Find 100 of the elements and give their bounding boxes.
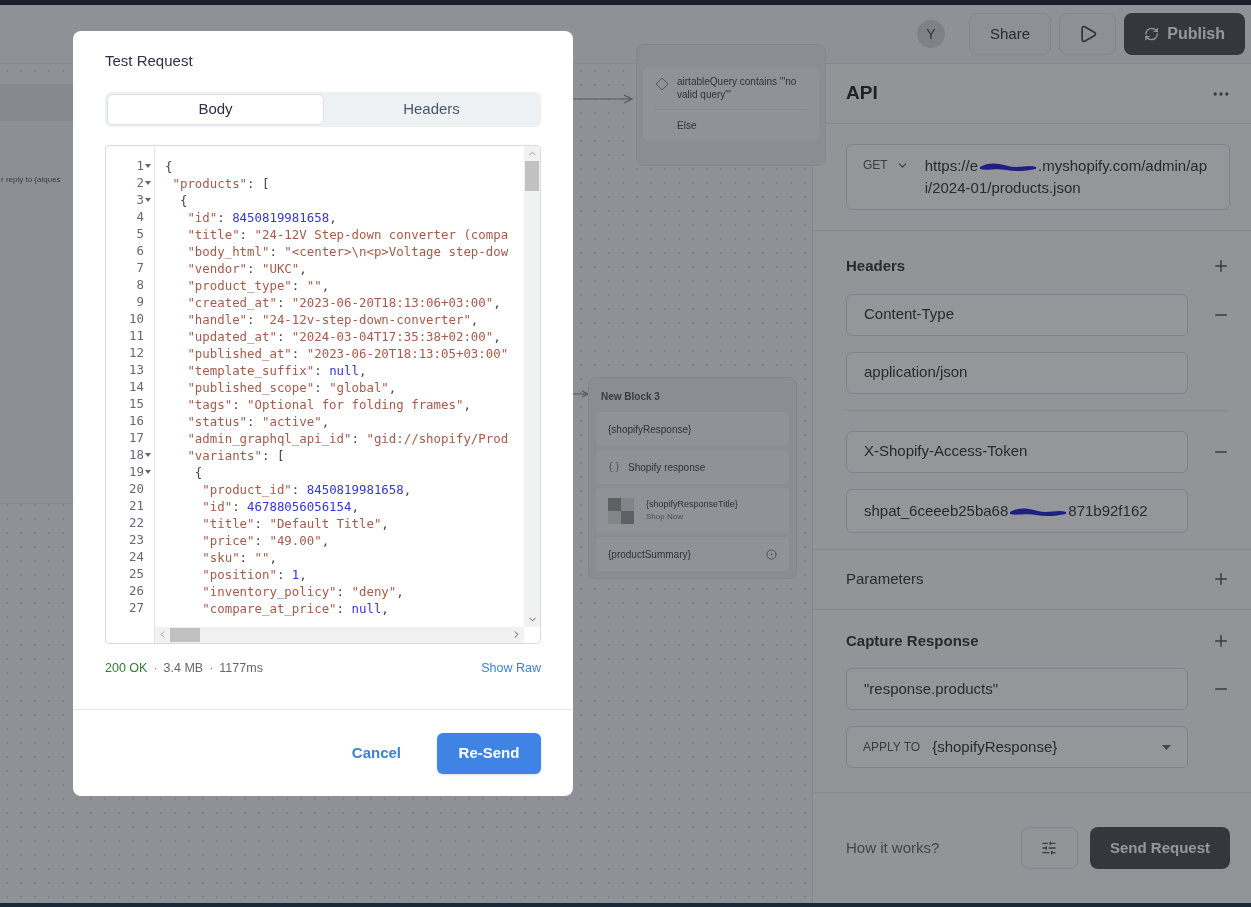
- line-number: 1: [136, 156, 144, 175]
- fold-caret-icon[interactable]: [145, 470, 151, 474]
- line-number: 14: [129, 377, 144, 396]
- dialog-title: Test Request: [105, 51, 194, 71]
- header-value-field[interactable]: shpat_6ceeeb25ba68 871b92f162: [846, 488, 1188, 533]
- line-number: 25: [129, 564, 144, 583]
- code-line: "vendor": "UKC",: [186, 259, 307, 277]
- code-line: "tags": "Optional for folding frames",: [186, 395, 471, 413]
- section-title: Parameters: [846, 568, 924, 589]
- line-number: 17: [129, 428, 144, 447]
- if-icon: [655, 77, 669, 91]
- section-title: Capture Response: [846, 630, 979, 651]
- separator-dot: ·: [153, 659, 158, 677]
- line-number: 10: [129, 309, 144, 328]
- capture-field[interactable]: "response.products": [846, 668, 1188, 710]
- code-line: "products": [: [171, 174, 270, 192]
- send-request-button[interactable]: Send Request: [1089, 827, 1230, 869]
- line-number: 24: [129, 547, 144, 566]
- image-placeholder-icon: [608, 497, 634, 524]
- line-number: 19: [129, 462, 144, 481]
- code-line: "status": "active",: [186, 412, 330, 430]
- code-line: "published_at": "2023-06-20T18:13:05+03:00": [186, 344, 509, 362]
- line-number: 12: [129, 343, 144, 362]
- header-value-field[interactable]: application/json: [846, 351, 1188, 394]
- code-line: "handle": "24-12v-step-down-converter",: [186, 310, 479, 328]
- status-text: 200 OK: [105, 659, 148, 677]
- line-number: 26: [129, 581, 144, 600]
- line-number: 11: [129, 326, 144, 345]
- text-item[interactable]: {shopifyResponse}: [596, 412, 789, 446]
- share-button[interactable]: Share: [968, 13, 1051, 55]
- code-line: "template_suffix": null,: [186, 361, 367, 379]
- code-line: "product_id": 8450819981658,: [201, 480, 412, 498]
- header-key-field[interactable]: X-Shopify-Access-Token: [846, 430, 1188, 473]
- code-line: {: [165, 157, 173, 175]
- fold-caret-icon[interactable]: [145, 164, 151, 168]
- input-item[interactable]: {productSummary}: [596, 537, 789, 571]
- line-number: 15: [129, 394, 144, 413]
- scrollbar-thumb[interactable]: [170, 627, 200, 642]
- line-number: 6: [136, 241, 144, 260]
- line-number: 18: [129, 445, 144, 464]
- line-number: 4: [136, 207, 144, 226]
- apply-to-select[interactable]: APPLY TO {shopifyResponse}: [846, 726, 1188, 768]
- line-number: 13: [129, 360, 144, 379]
- fold-caret-icon[interactable]: [145, 181, 151, 185]
- show-raw-link[interactable]: Show Raw: [481, 658, 541, 678]
- target-icon: [766, 548, 777, 560]
- separator-dot: ·: [209, 659, 214, 677]
- redaction-scribble: [978, 161, 1039, 174]
- line-number: 7: [136, 258, 144, 277]
- tab[interactable]: Body: [107, 93, 324, 125]
- line-number: 8: [136, 275, 144, 294]
- dropdown-caret-icon: [1162, 744, 1171, 750]
- horizontal-scrollbar[interactable]: [155, 626, 524, 643]
- code-line: "price": "49.00",: [201, 531, 330, 549]
- fold-caret-icon[interactable]: [145, 198, 151, 202]
- code-line: {: [178, 191, 188, 209]
- header-key-field[interactable]: Content-Type: [846, 293, 1188, 336]
- vertical-scrollbar[interactable]: [524, 145, 540, 627]
- scrollbar-thumb[interactable]: [525, 160, 539, 191]
- fold-caret-icon[interactable]: [145, 453, 151, 457]
- code-line: "sku": "",: [201, 548, 277, 566]
- resend-button[interactable]: Re-Send: [437, 732, 541, 774]
- panel-title: API: [846, 81, 878, 106]
- url-field[interactable]: GET https://e .myshopify.com/admin/api/2024-01/products.json: [846, 144, 1230, 210]
- size-text: 3.4 MB: [163, 659, 204, 677]
- method-select[interactable]: GET: [863, 155, 909, 175]
- add-icon[interactable]: [1212, 570, 1230, 588]
- code-line: "variants": [: [186, 446, 285, 464]
- user-avatar[interactable]: Y: [916, 20, 945, 48]
- code-line: "compare_at_price": null,: [201, 599, 389, 617]
- condition-text: airtableQuery contains '"no valid query"': [677, 75, 798, 101]
- line-number: 16: [129, 411, 144, 430]
- line-number: 3: [136, 190, 144, 209]
- publish-button[interactable]: Publish: [1124, 13, 1245, 55]
- line-number: 5: [136, 224, 144, 243]
- code-line: "product_type": "",: [186, 276, 330, 294]
- settings-button[interactable]: [1020, 827, 1078, 869]
- variable-item[interactable]: Shopify response: [596, 450, 789, 484]
- line-number: 2: [136, 173, 144, 192]
- code-line: "published_scope": "global",: [186, 378, 397, 396]
- line-number: 20: [129, 479, 144, 498]
- help-link[interactable]: How it works?: [846, 836, 1009, 860]
- code-line: {: [193, 463, 203, 481]
- line-number: 22: [129, 513, 144, 532]
- code-line: "updated_at": "2024-03-04T17:35:38+02:00",: [186, 327, 501, 345]
- code-line: "id": 46788056056154,: [201, 497, 359, 515]
- card-title: {shopifyResponseTitle}: [646, 497, 738, 511]
- connector-arrow: [572, 389, 590, 399]
- tab[interactable]: Headers: [324, 93, 539, 125]
- play-button[interactable]: [1059, 13, 1116, 55]
- block-title: New Block 3: [600, 390, 661, 404]
- line-number: 9: [136, 292, 144, 311]
- else-text: Else: [676, 119, 698, 133]
- url-text: https://e .myshopify.com/admin/api/2024-01/products.json: [924, 156, 1208, 198]
- time-text: 1177ms: [219, 659, 264, 677]
- line-number: 23: [129, 530, 144, 549]
- code-line: "position": 1,: [201, 565, 307, 583]
- cancel-button[interactable]: Cancel: [351, 741, 401, 765]
- line-number: 27: [129, 598, 144, 617]
- code-line: "body_html": "<center>\n<p>Voltage step-dow: [186, 242, 509, 260]
